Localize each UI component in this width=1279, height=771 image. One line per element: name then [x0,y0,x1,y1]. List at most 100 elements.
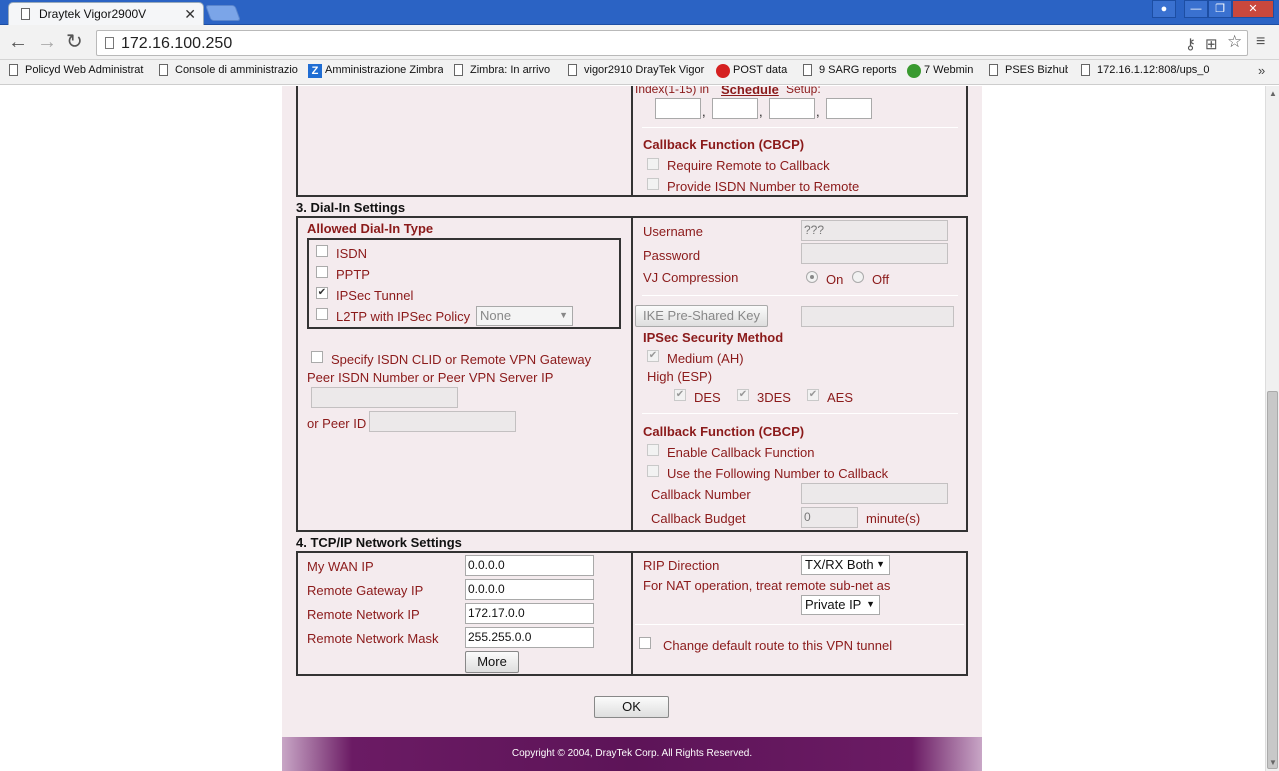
dialin-section-title: 3. Dial-In Settings [296,200,406,215]
zimbra-icon [454,64,463,76]
browser-tab[interactable]: Draytek Vigor2900V ✕ [8,2,204,25]
remote-network-ip-input[interactable]: 172.17.0.0 [465,603,594,624]
bookmark-item[interactable]: 7 Webmin [907,63,979,81]
bookmark-item[interactable]: POST data [716,63,796,81]
specify-clid-checkbox[interactable] [311,351,323,363]
comma-separator: , [759,104,763,119]
bookmark-item[interactable]: vigor2910 DrayTek Vigor [567,63,705,81]
forward-icon[interactable]: → [37,31,57,53]
pptp-checkbox[interactable] [316,266,328,278]
password-label: Password [643,248,701,263]
bookmark-item[interactable]: Z Amministrazione Zimbra [308,63,443,81]
rip-direction-select[interactable]: TX/RX Both ▼ [801,555,890,575]
vj-on-radio[interactable] [806,271,818,283]
minimize-button[interactable]: — [1184,0,1208,18]
menu-icon[interactable]: ≡ [1256,31,1265,53]
3des-checkbox[interactable]: ✔ [737,389,749,401]
address-bar[interactable]: 172.16.100.250 ⚷ ⊞ ☆ [96,30,1248,56]
bookmark-item[interactable]: Zimbra: In arrivo [453,63,558,81]
page-icon [159,64,168,76]
callback-number-input[interactable] [801,483,948,504]
nat-subnet-select[interactable]: Private IP ▼ [801,595,880,615]
provide-isdn-checkbox[interactable] [647,178,659,190]
ok-button[interactable]: OK [594,696,669,718]
schedule-index-2[interactable] [712,98,758,119]
translate-icon[interactable]: ⊞ [1205,35,1218,53]
bookmark-item[interactable]: PSES Bizhub [988,63,1068,81]
ipsec-checkbox[interactable]: ✔ [316,287,328,299]
bookmark-item[interactable]: Console di amministrazio [158,63,298,81]
scroll-up-icon[interactable]: ▲ [1269,89,1277,98]
vj-off-radio[interactable] [852,271,864,283]
password-input[interactable] [801,243,948,264]
remote-gateway-input[interactable]: 0.0.0.0 [465,579,594,600]
l2tp-policy-select[interactable]: None ▼ [476,306,573,326]
tcpip-section-title: 4. TCP/IP Network Settings [296,535,462,550]
reload-icon[interactable]: ↻ [66,31,83,53]
use-following-checkbox[interactable] [647,465,659,477]
peer-isdn-input[interactable] [311,387,458,408]
url-text[interactable]: 172.16.100.250 [121,35,232,53]
schedule-index-3[interactable] [769,98,815,119]
enable-callback-checkbox[interactable] [647,444,659,456]
aes-checkbox[interactable]: ✔ [807,389,819,401]
cbcp-title: Callback Function (CBCP) [643,424,805,439]
schedule-suffix: Setup: [786,86,821,96]
medium-ah-label: Medium (AH) [667,351,744,366]
des-checkbox[interactable]: ✔ [674,389,686,401]
3des-label: 3DES [757,390,791,405]
schedule-link[interactable]: Schedule [721,86,779,97]
bookmark-item[interactable]: 172.16.1.12:808/ups_0 [1080,63,1215,81]
page-icon [1081,64,1090,76]
medium-ah-checkbox[interactable]: ✔ [647,350,659,362]
default-route-checkbox[interactable] [639,637,651,649]
close-tab-icon[interactable]: ✕ [184,6,196,23]
use-following-label: Use the Following Number to Callback [667,466,889,481]
schedule-index-4[interactable] [826,98,872,119]
scrollbar-thumb[interactable] [1267,391,1278,769]
remote-network-mask-input[interactable]: 255.255.0.0 [465,627,594,648]
separator [642,413,958,414]
high-esp-label: High (ESP) [647,369,713,384]
more-button[interactable]: More [465,651,519,673]
ike-key-input[interactable] [801,306,954,327]
close-window-button[interactable]: ✕ [1232,0,1274,18]
rip-direction-label: RIP Direction [643,558,720,573]
star-icon[interactable]: ☆ [1227,32,1242,52]
default-route-label: Change default route to this VPN tunnel [663,638,893,653]
bookmark-item[interactable]: 9 SARG reports [802,63,897,81]
separator [635,624,964,625]
scroll-down-icon[interactable]: ▼ [1269,758,1277,767]
bookmarks-bar: Policyd Web Administrat Console di ammin… [0,60,1279,85]
ipsec-label: IPSec Tunnel [336,288,414,303]
vj-compression-label: VJ Compression [643,270,739,285]
callback-budget-input[interactable]: 0 [801,507,858,528]
isdn-label: ISDN [336,246,368,261]
user-icon[interactable]: ● [1152,0,1176,18]
copyright-footer: Copyright © 2004, DrayTek Corp. All Righ… [282,737,982,771]
bookmark-item[interactable]: Policyd Web Administrat [8,63,148,81]
webmin-icon [907,64,921,78]
my-wan-ip-input[interactable]: 0.0.0.0 [465,555,594,576]
callback-budget-label: Callback Budget [651,511,746,526]
peer-id-input[interactable] [369,411,516,432]
username-input[interactable]: ??? [801,220,948,241]
maximize-button[interactable]: ❐ [1208,0,1232,18]
ike-preshared-key-button[interactable]: IKE Pre-Shared Key [635,305,768,327]
comma-separator: , [702,104,706,119]
page-icon [9,64,18,76]
ipsec-method-title: IPSec Security Method [643,330,784,345]
key-icon[interactable]: ⚷ [1185,35,1196,53]
require-remote-checkbox[interactable] [647,158,659,170]
browser-titlebar: Draytek Vigor2900V ✕ ● — ❐ ✕ [0,0,1279,25]
schedule-index-1[interactable] [655,98,701,119]
remote-network-mask-label: Remote Network Mask [307,631,439,646]
callback-title-top: Callback Function (CBCP) [643,137,805,152]
vj-off-label: Off [872,272,890,287]
back-icon[interactable]: ← [8,31,28,53]
isdn-checkbox[interactable] [316,245,328,257]
vertical-scrollbar[interactable]: ▲ ▼ [1265,86,1279,771]
new-tab-button[interactable] [205,5,241,21]
l2tp-checkbox[interactable] [316,308,328,320]
more-bookmarks-icon[interactable]: » [1258,63,1265,78]
